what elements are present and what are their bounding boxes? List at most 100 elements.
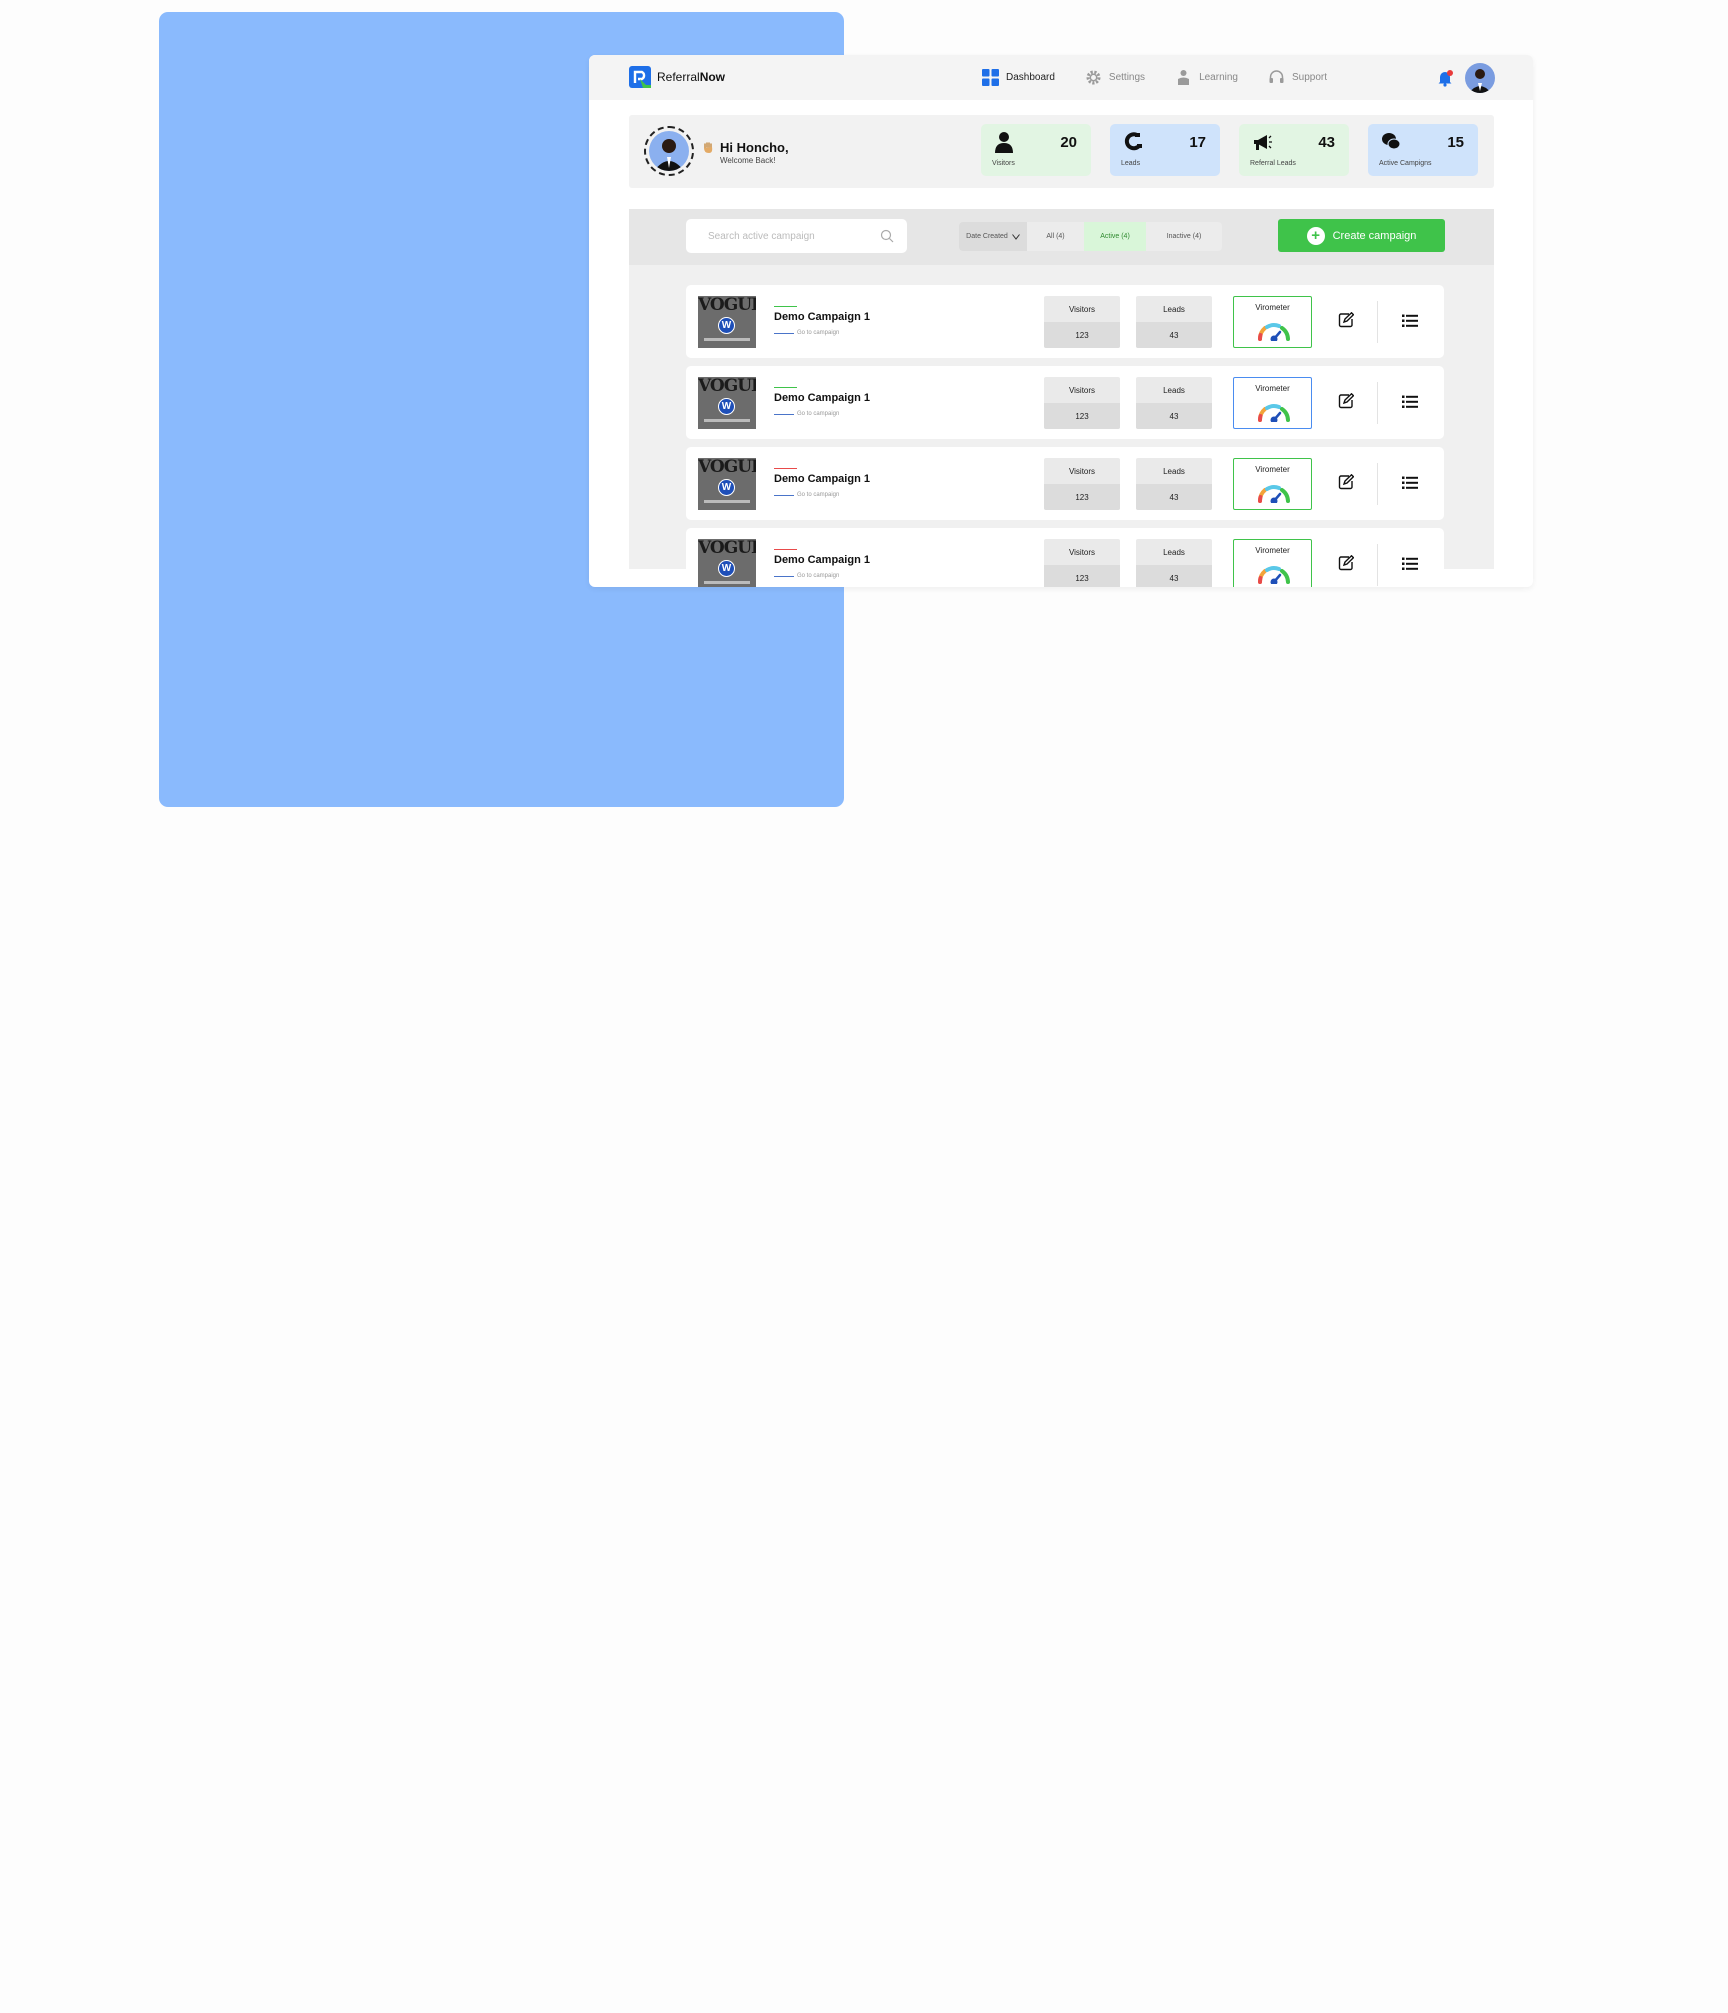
gauge-icon xyxy=(1258,566,1290,584)
campaign-name: Demo Campaign 1 xyxy=(774,554,870,566)
gear-icon xyxy=(1086,70,1101,85)
leads-label: Leads xyxy=(1163,547,1185,557)
profile-avatar[interactable] xyxy=(644,126,694,176)
visitors-value: 123 xyxy=(1044,403,1120,429)
edit-icon[interactable] xyxy=(1338,474,1354,490)
gauge-icon xyxy=(1258,404,1290,422)
filter-all[interactable]: All (4) xyxy=(1027,222,1084,251)
thumbnail-caption-bar xyxy=(704,419,750,422)
campaign-row[interactable]: VOGUE W Demo Campaign 1 Go to campaign V… xyxy=(686,447,1444,520)
search-input[interactable] xyxy=(686,219,856,253)
leads-value: 43 xyxy=(1136,403,1212,429)
logo[interactable]: ReferralNow xyxy=(629,66,725,88)
nav-support[interactable]: Support xyxy=(1268,69,1327,86)
visitors-value: 123 xyxy=(1044,484,1120,510)
leads-value: 43 xyxy=(1136,322,1212,348)
leads-metric: Leads 43 xyxy=(1136,296,1212,348)
status-indicator-line xyxy=(774,306,797,307)
arrow-right-icon xyxy=(774,332,794,334)
virometer-label: Virometer xyxy=(1255,303,1290,312)
list-menu-icon[interactable] xyxy=(1402,476,1418,490)
go-to-campaign-label: Go to campaign xyxy=(797,411,840,417)
virometer-label: Virometer xyxy=(1255,384,1290,393)
visitors-label: Visitors xyxy=(1068,304,1096,314)
thumbnail-text: VOGUE xyxy=(698,458,756,477)
user-icon xyxy=(995,132,1013,153)
campaign-thumbnail: VOGUE W xyxy=(698,377,756,429)
edit-icon[interactable] xyxy=(1338,393,1354,409)
search-icon[interactable] xyxy=(880,229,894,243)
visitors-value: 123 xyxy=(1044,322,1120,348)
waving-hand-icon xyxy=(704,142,713,153)
list-menu-icon[interactable] xyxy=(1402,557,1418,571)
edit-icon[interactable] xyxy=(1338,312,1354,328)
go-to-campaign-label: Go to campaign xyxy=(797,573,840,579)
virometer-card[interactable]: Virometer xyxy=(1233,458,1312,510)
arrow-right-icon xyxy=(774,575,794,577)
virometer-label: Virometer xyxy=(1255,546,1290,555)
stat-card-visitors[interactable]: 20 Visitors xyxy=(981,124,1091,176)
row-divider xyxy=(1377,544,1378,586)
filter-bar: Date Created All (4) Active (4) Inactive… xyxy=(629,209,1494,265)
top-navbar: ReferralNow Dashboard Settings Learning … xyxy=(589,55,1533,100)
campaign-list-panel: Date Created All (4) Active (4) Inactive… xyxy=(629,209,1494,587)
nav-learning[interactable]: Learning xyxy=(1175,69,1238,86)
stat-card-referral-leads[interactable]: 43 Referral Leads xyxy=(1239,124,1349,176)
filter-active[interactable]: Active (4) xyxy=(1084,222,1146,251)
visitors-metric: Visitors 123 xyxy=(1044,458,1120,510)
leads-metric: Leads 43 xyxy=(1136,377,1212,429)
nav-dashboard[interactable]: Dashboard xyxy=(982,69,1055,86)
campaign-thumbnail: VOGUE W xyxy=(698,539,756,587)
stat-card-active-campaigns[interactable]: 15 Active Campigns xyxy=(1368,124,1478,176)
status-indicator-line xyxy=(774,549,797,550)
campaign-row[interactable]: VOGUE W Demo Campaign 1 Go to campaign V… xyxy=(686,528,1444,587)
virometer-card[interactable]: Virometer xyxy=(1233,377,1312,429)
stat-value: 15 xyxy=(1447,134,1464,151)
visitors-metric: Visitors 123 xyxy=(1044,377,1120,429)
visitors-label: Visitors xyxy=(1068,385,1096,395)
thumbnail-caption-bar xyxy=(704,500,750,503)
stat-value: 43 xyxy=(1318,134,1335,151)
row-divider xyxy=(1377,382,1378,424)
sort-date-dropdown[interactable]: Date Created xyxy=(959,222,1027,251)
search-box[interactable] xyxy=(686,219,907,253)
dashboard-icon xyxy=(982,69,999,86)
nav-dashboard-label: Dashboard xyxy=(1006,72,1055,83)
arrow-right-icon xyxy=(774,494,794,496)
virometer-card[interactable]: Virometer xyxy=(1233,539,1312,587)
go-to-campaign-link[interactable]: Go to campaign xyxy=(774,573,839,579)
virometer-card[interactable]: Virometer xyxy=(1233,296,1312,348)
status-indicator-line xyxy=(774,387,797,388)
nav-settings[interactable]: Settings xyxy=(1085,69,1145,86)
leads-value: 43 xyxy=(1136,484,1212,510)
nav-support-label: Support xyxy=(1291,72,1328,83)
create-campaign-button[interactable]: + Create campaign xyxy=(1278,219,1445,252)
create-campaign-label: Create campaign xyxy=(1332,229,1417,242)
stat-value: 17 xyxy=(1189,134,1206,151)
welcome-banner: Hi Honcho, Welcome Back! 20 Visitors 17 … xyxy=(629,115,1494,188)
edit-icon[interactable] xyxy=(1338,555,1354,571)
notification-bell-icon[interactable] xyxy=(1436,69,1454,87)
row-divider xyxy=(1377,463,1378,505)
campaign-row[interactable]: VOGUE W Demo Campaign 1 Go to campaign V… xyxy=(686,285,1444,358)
headset-icon xyxy=(1269,70,1284,83)
go-to-campaign-link[interactable]: Go to campaign xyxy=(774,330,839,336)
brand-badge-icon: W xyxy=(718,479,735,496)
list-menu-icon[interactable] xyxy=(1402,314,1418,328)
thumbnail-caption-bar xyxy=(704,338,750,341)
campaign-thumbnail: VOGUE W xyxy=(698,296,756,348)
list-menu-icon[interactable] xyxy=(1402,395,1418,409)
campaign-row[interactable]: VOGUE W Demo Campaign 1 Go to campaign V… xyxy=(686,366,1444,439)
user-avatar[interactable] xyxy=(1465,63,1495,93)
go-to-campaign-link[interactable]: Go to campaign xyxy=(774,492,839,498)
visitors-label: Visitors xyxy=(1068,466,1096,476)
avatar-person-icon xyxy=(1469,69,1491,93)
stat-card-leads[interactable]: 17 Leads xyxy=(1110,124,1220,176)
greeting-title: Hi Honcho, xyxy=(720,140,789,155)
sort-label: Date Created xyxy=(966,233,1008,240)
status-indicator-line xyxy=(774,468,797,469)
campaign-name: Demo Campaign 1 xyxy=(774,473,870,485)
filter-inactive[interactable]: Inactive (4) xyxy=(1146,222,1222,251)
visitors-label: Visitors xyxy=(1068,547,1096,557)
go-to-campaign-link[interactable]: Go to campaign xyxy=(774,411,839,417)
